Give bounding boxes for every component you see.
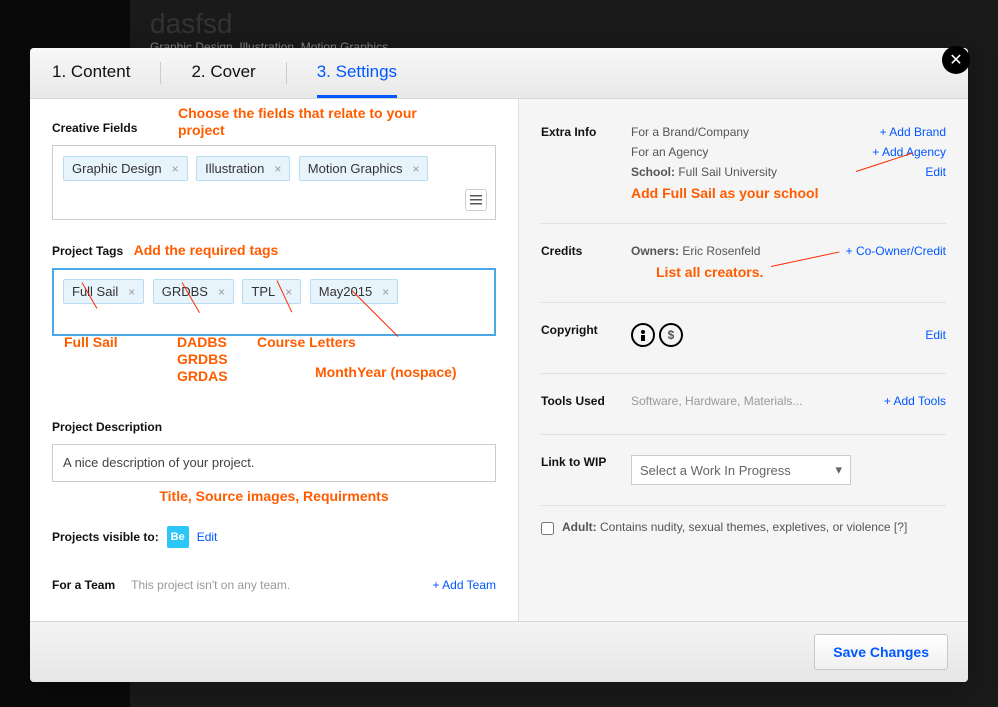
copyright-edit-link[interactable]: Edit — [925, 328, 946, 342]
copyright-section: Copyright $ Edit — [541, 317, 946, 359]
bg-title: dasfsd — [150, 8, 978, 40]
chip-remove-icon[interactable]: × — [274, 162, 281, 176]
tab-bar: 1. Content 2. Cover 3. Settings — [30, 48, 968, 99]
project-tags-input[interactable]: Full Sail× GRDBS× TPL× May2015× — [52, 268, 496, 336]
tab-content[interactable]: 1. Content — [52, 62, 161, 84]
creative-fields-section: Creative Fields Choose the fields that r… — [52, 119, 496, 220]
add-agency-link[interactable]: + Add Agency — [872, 145, 946, 159]
tools-label: Tools Used — [541, 394, 631, 408]
wip-section: Link to WIP Select a Work In Progress ▾ — [541, 449, 946, 491]
chip-tpl[interactable]: TPL× — [242, 279, 301, 304]
team-section: For a Team This project isn't on any tea… — [52, 578, 496, 592]
school-text: School: Full Sail University — [631, 165, 777, 179]
adult-checkbox[interactable] — [541, 522, 554, 535]
tools-section: Tools Used Software, Hardware, Materials… — [541, 388, 946, 420]
chip-remove-icon[interactable]: × — [285, 285, 292, 299]
adult-text: Adult: Contains nudity, sexual themes, e… — [562, 520, 907, 534]
chip-motion-graphics[interactable]: Motion Graphics× — [299, 156, 429, 181]
anno-school: Add Full Sail as your school — [631, 185, 818, 201]
chip-remove-icon[interactable]: × — [128, 285, 135, 299]
tab-cover[interactable]: 2. Cover — [191, 62, 286, 84]
chip-remove-icon[interactable]: × — [218, 285, 225, 299]
team-label: For a Team — [52, 578, 115, 592]
credits-label: Credits — [541, 244, 631, 258]
creative-fields-input[interactable]: Graphic Design× Illustration× Motion Gra… — [52, 145, 496, 220]
fields-annotation: Choose the fields that relate to your pr… — [178, 105, 438, 139]
modal-footer: Save Changes — [30, 621, 968, 682]
wip-select[interactable]: Select a Work In Progress ▾ — [631, 455, 851, 485]
anno-full-sail: Full Sail — [64, 334, 118, 350]
chip-remove-icon[interactable]: × — [172, 162, 179, 176]
brand-text: For a Brand/Company — [631, 125, 749, 139]
behance-icon: Be — [167, 526, 189, 548]
right-column: Extra Info For a Brand/Company + Add Bran… — [518, 99, 968, 621]
project-tags-section: Project Tags Add the required tags Full … — [52, 242, 496, 336]
chip-grdbs[interactable]: GRDBS× — [153, 279, 234, 304]
chip-illustration[interactable]: Illustration× — [196, 156, 290, 181]
project-description-input[interactable]: A nice description of your project. — [52, 444, 496, 482]
add-tools-link[interactable]: + Add Tools — [884, 394, 946, 408]
tab-settings[interactable]: 3. Settings — [317, 62, 397, 98]
owners-text: Owners: Eric Rosenfeld — [631, 244, 760, 258]
cc-nc-icon: $ — [659, 323, 683, 347]
project-description-section: Project Description A nice description o… — [52, 418, 496, 504]
creative-fields-label: Creative Fields — [52, 121, 137, 135]
credits-section: Credits Owners: Eric Rosenfeld + Co-Owner… — [541, 238, 946, 288]
chip-full-sail[interactable]: Full Sail× — [63, 279, 144, 304]
copyright-label: Copyright — [541, 323, 631, 337]
chip-remove-icon[interactable]: × — [412, 162, 419, 176]
visibility-label: Projects visible to: — [52, 530, 159, 544]
tags-annotation: Add the required tags — [134, 242, 279, 258]
extra-info-label: Extra Info — [541, 125, 631, 139]
cc-icons: $ — [631, 323, 683, 347]
chip-may2015[interactable]: May2015× — [310, 279, 399, 304]
school-edit-link[interactable]: Edit — [925, 165, 946, 179]
anno-course-letters: Course Letters — [257, 334, 356, 350]
extra-info-section: Extra Info For a Brand/Company + Add Bran… — [541, 119, 946, 209]
cc-by-icon — [631, 323, 655, 347]
chip-remove-icon[interactable]: × — [382, 285, 389, 299]
project-description-label: Project Description — [52, 420, 162, 434]
project-tags-label: Project Tags — [52, 244, 123, 258]
team-status-text: This project isn't on any team. — [131, 578, 290, 592]
add-co-owner-link[interactable]: + Co-Owner/Credit — [846, 244, 946, 258]
agency-text: For an Agency — [631, 145, 708, 159]
add-brand-link[interactable]: + Add Brand — [880, 125, 946, 139]
close-icon[interactable]: ✕ — [942, 46, 970, 74]
visibility-edit-link[interactable]: Edit — [197, 530, 218, 544]
save-changes-button[interactable]: Save Changes — [814, 634, 948, 670]
tools-placeholder: Software, Hardware, Materials... — [631, 394, 802, 408]
chevron-down-icon: ▾ — [835, 462, 842, 478]
chip-graphic-design[interactable]: Graphic Design× — [63, 156, 188, 181]
add-team-link[interactable]: + Add Team — [433, 578, 497, 592]
list-icon[interactable] — [465, 189, 487, 211]
settings-modal: ✕ 1. Content 2. Cover 3. Settings Creati… — [30, 48, 968, 682]
wip-label: Link to WIP — [541, 455, 631, 469]
adult-content-row: Adult: Contains nudity, sexual themes, e… — [541, 520, 946, 535]
desc-annotation: Title, Source images, Requirments — [52, 488, 496, 504]
left-column: Creative Fields Choose the fields that r… — [30, 99, 518, 621]
anno-credits: List all creators. — [656, 264, 763, 280]
visibility-section: Projects visible to: Be Edit — [52, 526, 496, 548]
